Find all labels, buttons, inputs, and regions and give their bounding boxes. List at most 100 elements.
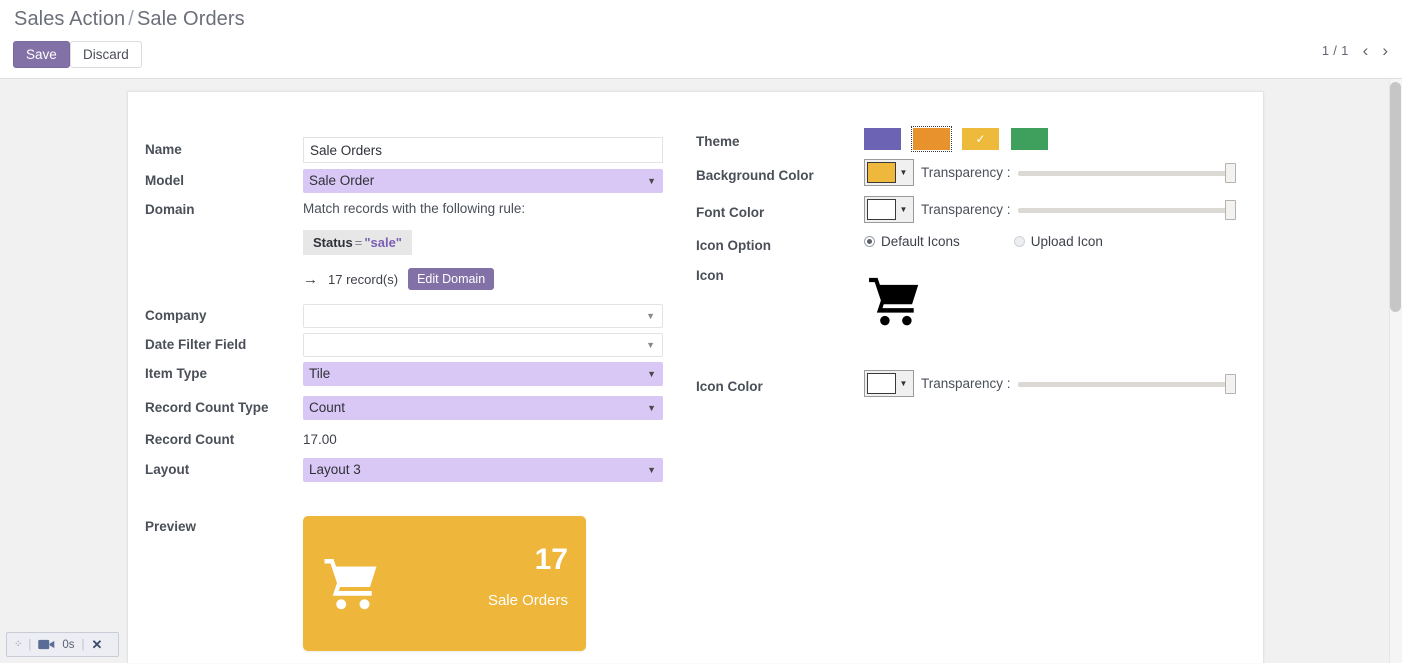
label-layout: Layout: [145, 462, 190, 477]
preview-tile-name: Sale Orders: [487, 592, 568, 609]
radio-button[interactable]: [1013, 236, 1025, 247]
field-row-font-color: Font Color ▼ Transparency :: [696, 196, 1241, 234]
breadcrumb: Sales Action / Sale Orders: [14, 8, 245, 31]
screen-recorder-widget[interactable]: ⁘ | 0s | ✕: [6, 632, 119, 657]
name-input[interactable]: [303, 137, 663, 163]
slider-track: [1017, 170, 1236, 176]
check-icon: ✓: [975, 132, 986, 146]
shopping-cart-icon: [324, 559, 377, 610]
icon-transparency-label: Transparency :: [921, 376, 1011, 391]
chevron-down-icon: ▼: [647, 176, 656, 186]
label-preview: Preview: [145, 519, 197, 534]
drag-handle-icon[interactable]: ⁘: [14, 639, 22, 650]
pager-next-icon[interactable]: ›: [1382, 42, 1388, 59]
field-row-record-count-type: Record Count Type Count ▼: [145, 396, 690, 429]
label-record-count-type: Record Count Type: [145, 400, 269, 415]
background-color-chip: [867, 162, 896, 183]
theme-swatch-group: ✓: [864, 126, 1241, 152]
record-count-type-value: Count: [309, 400, 346, 415]
background-transparency-label: Transparency :: [921, 165, 1011, 180]
item-type-select[interactable]: Tile ▼: [303, 362, 663, 386]
form-sheet: Name Model Sale Order ▼ Domain Match rec…: [127, 91, 1264, 663]
font-color-picker[interactable]: ▼: [864, 196, 914, 223]
icon-transparency-slider[interactable]: [1017, 373, 1236, 394]
background-color-row: ▼ Transparency :: [864, 159, 1241, 186]
theme-swatch-purple[interactable]: [864, 128, 901, 150]
font-color-row: ▼ Transparency :: [864, 196, 1241, 223]
field-row-name: Name: [145, 137, 690, 169]
icon-option-upload-icon[interactable]: Upload Icon: [1013, 234, 1103, 249]
radio-button[interactable]: [864, 236, 875, 247]
model-select[interactable]: Sale Order ▼: [303, 169, 663, 193]
background-transparency-slider[interactable]: [1017, 162, 1236, 183]
font-transparency-slider[interactable]: [1017, 199, 1236, 220]
slider-thumb[interactable]: [1224, 199, 1236, 220]
background-color-picker[interactable]: ▼: [864, 159, 914, 186]
label-font-color: Font Color: [696, 205, 765, 220]
pager-count: 1 / 1: [1321, 43, 1349, 58]
breadcrumb-root[interactable]: Sales Action: [14, 8, 125, 30]
label-model: Model: [145, 173, 184, 188]
chevron-down-icon: ▼: [647, 465, 656, 475]
vertical-scrollbar-thumb[interactable]: [1390, 82, 1401, 312]
field-row-date-filter-field: Date Filter Field ▼: [145, 333, 690, 362]
layout-select[interactable]: Layout 3 ▼: [303, 458, 663, 482]
field-row-model: Model Sale Order ▼: [145, 169, 690, 199]
breadcrumb-current: Sale Orders: [136, 8, 245, 30]
slider-thumb[interactable]: [1224, 162, 1236, 183]
chevron-down-icon: ▼: [899, 168, 908, 177]
label-icon: Icon: [696, 268, 724, 283]
field-row-domain: Domain Match records with the following …: [145, 199, 690, 304]
top-bar: Sales Action / Sale Orders Save Discard 1 …: [0, 0, 1402, 79]
label-domain: Domain: [145, 202, 195, 217]
icon-color-row: ▼ Transparency :: [864, 370, 1241, 397]
chevron-down-icon: ▼: [899, 379, 908, 388]
item-type-value: Tile: [309, 366, 331, 381]
recorder-time: 0s: [62, 638, 75, 651]
label-background-color: Background Color: [696, 168, 814, 183]
edit-domain-button[interactable]: Edit Domain: [408, 268, 495, 290]
preview-tile[interactable]: 17 Sale Orders: [303, 516, 586, 651]
company-select[interactable]: ▼: [303, 304, 663, 328]
domain-rule-value: "sale": [364, 235, 402, 250]
field-row-company: Company ▼: [145, 304, 690, 333]
slider-track: [1017, 381, 1236, 387]
chevron-down-icon: ▼: [647, 369, 656, 379]
theme-swatch-amber[interactable]: ✓: [962, 128, 999, 150]
field-row-icon-option: Icon Option Default Icons Upload Icon: [696, 234, 1241, 265]
domain-footer: → 17 record(s) Edit Domain: [303, 268, 690, 290]
label-record-count: Record Count: [145, 432, 235, 447]
icon-color-picker[interactable]: ▼: [864, 370, 914, 397]
field-row-background-color: Background Color ▼ Transparency :: [696, 159, 1241, 196]
radio-label: Default Icons: [881, 234, 960, 249]
record-count-value: 17.00: [303, 432, 337, 447]
discard-button[interactable]: Discard: [70, 41, 142, 68]
shopping-cart-icon[interactable]: [864, 275, 928, 327]
domain-hint: Match records with the following rule:: [303, 201, 526, 216]
label-name: Name: [145, 142, 182, 157]
close-icon[interactable]: ✕: [92, 637, 103, 653]
icon-option-default-icons[interactable]: Default Icons: [864, 234, 960, 249]
slider-thumb[interactable]: [1224, 373, 1236, 394]
field-row-icon: Icon: [696, 265, 1241, 370]
theme-swatch-green[interactable]: [1011, 128, 1048, 150]
chevron-down-icon: ▼: [647, 403, 656, 413]
theme-swatch-orange[interactable]: [911, 126, 952, 152]
domain-record-count[interactable]: 17 record(s): [328, 272, 398, 287]
save-button[interactable]: Save: [13, 41, 70, 68]
pager-previous-icon[interactable]: ‹: [1363, 42, 1369, 59]
field-row-icon-color: Icon Color ▼ Transparency :: [696, 370, 1241, 408]
form-left-column: Name Model Sale Order ▼ Domain Match rec…: [145, 137, 690, 666]
record-count-type-select[interactable]: Count ▼: [303, 396, 663, 420]
radio-label: Upload Icon: [1030, 234, 1103, 249]
domain-rule-field: Status: [313, 235, 353, 250]
domain-rule-operator: =: [354, 235, 363, 250]
label-item-type: Item Type: [145, 366, 208, 381]
date-filter-field-select[interactable]: ▼: [303, 333, 663, 357]
domain-rule-chip[interactable]: Status = "sale": [303, 230, 412, 255]
model-select-value: Sale Order: [309, 173, 375, 188]
chevron-down-icon: ▼: [646, 311, 655, 321]
form-right-column: Theme ✓ Background Color ▼ Transparency …: [696, 126, 1241, 408]
video-camera-icon[interactable]: [38, 639, 55, 650]
label-date-filter-field: Date Filter Field: [145, 337, 247, 352]
